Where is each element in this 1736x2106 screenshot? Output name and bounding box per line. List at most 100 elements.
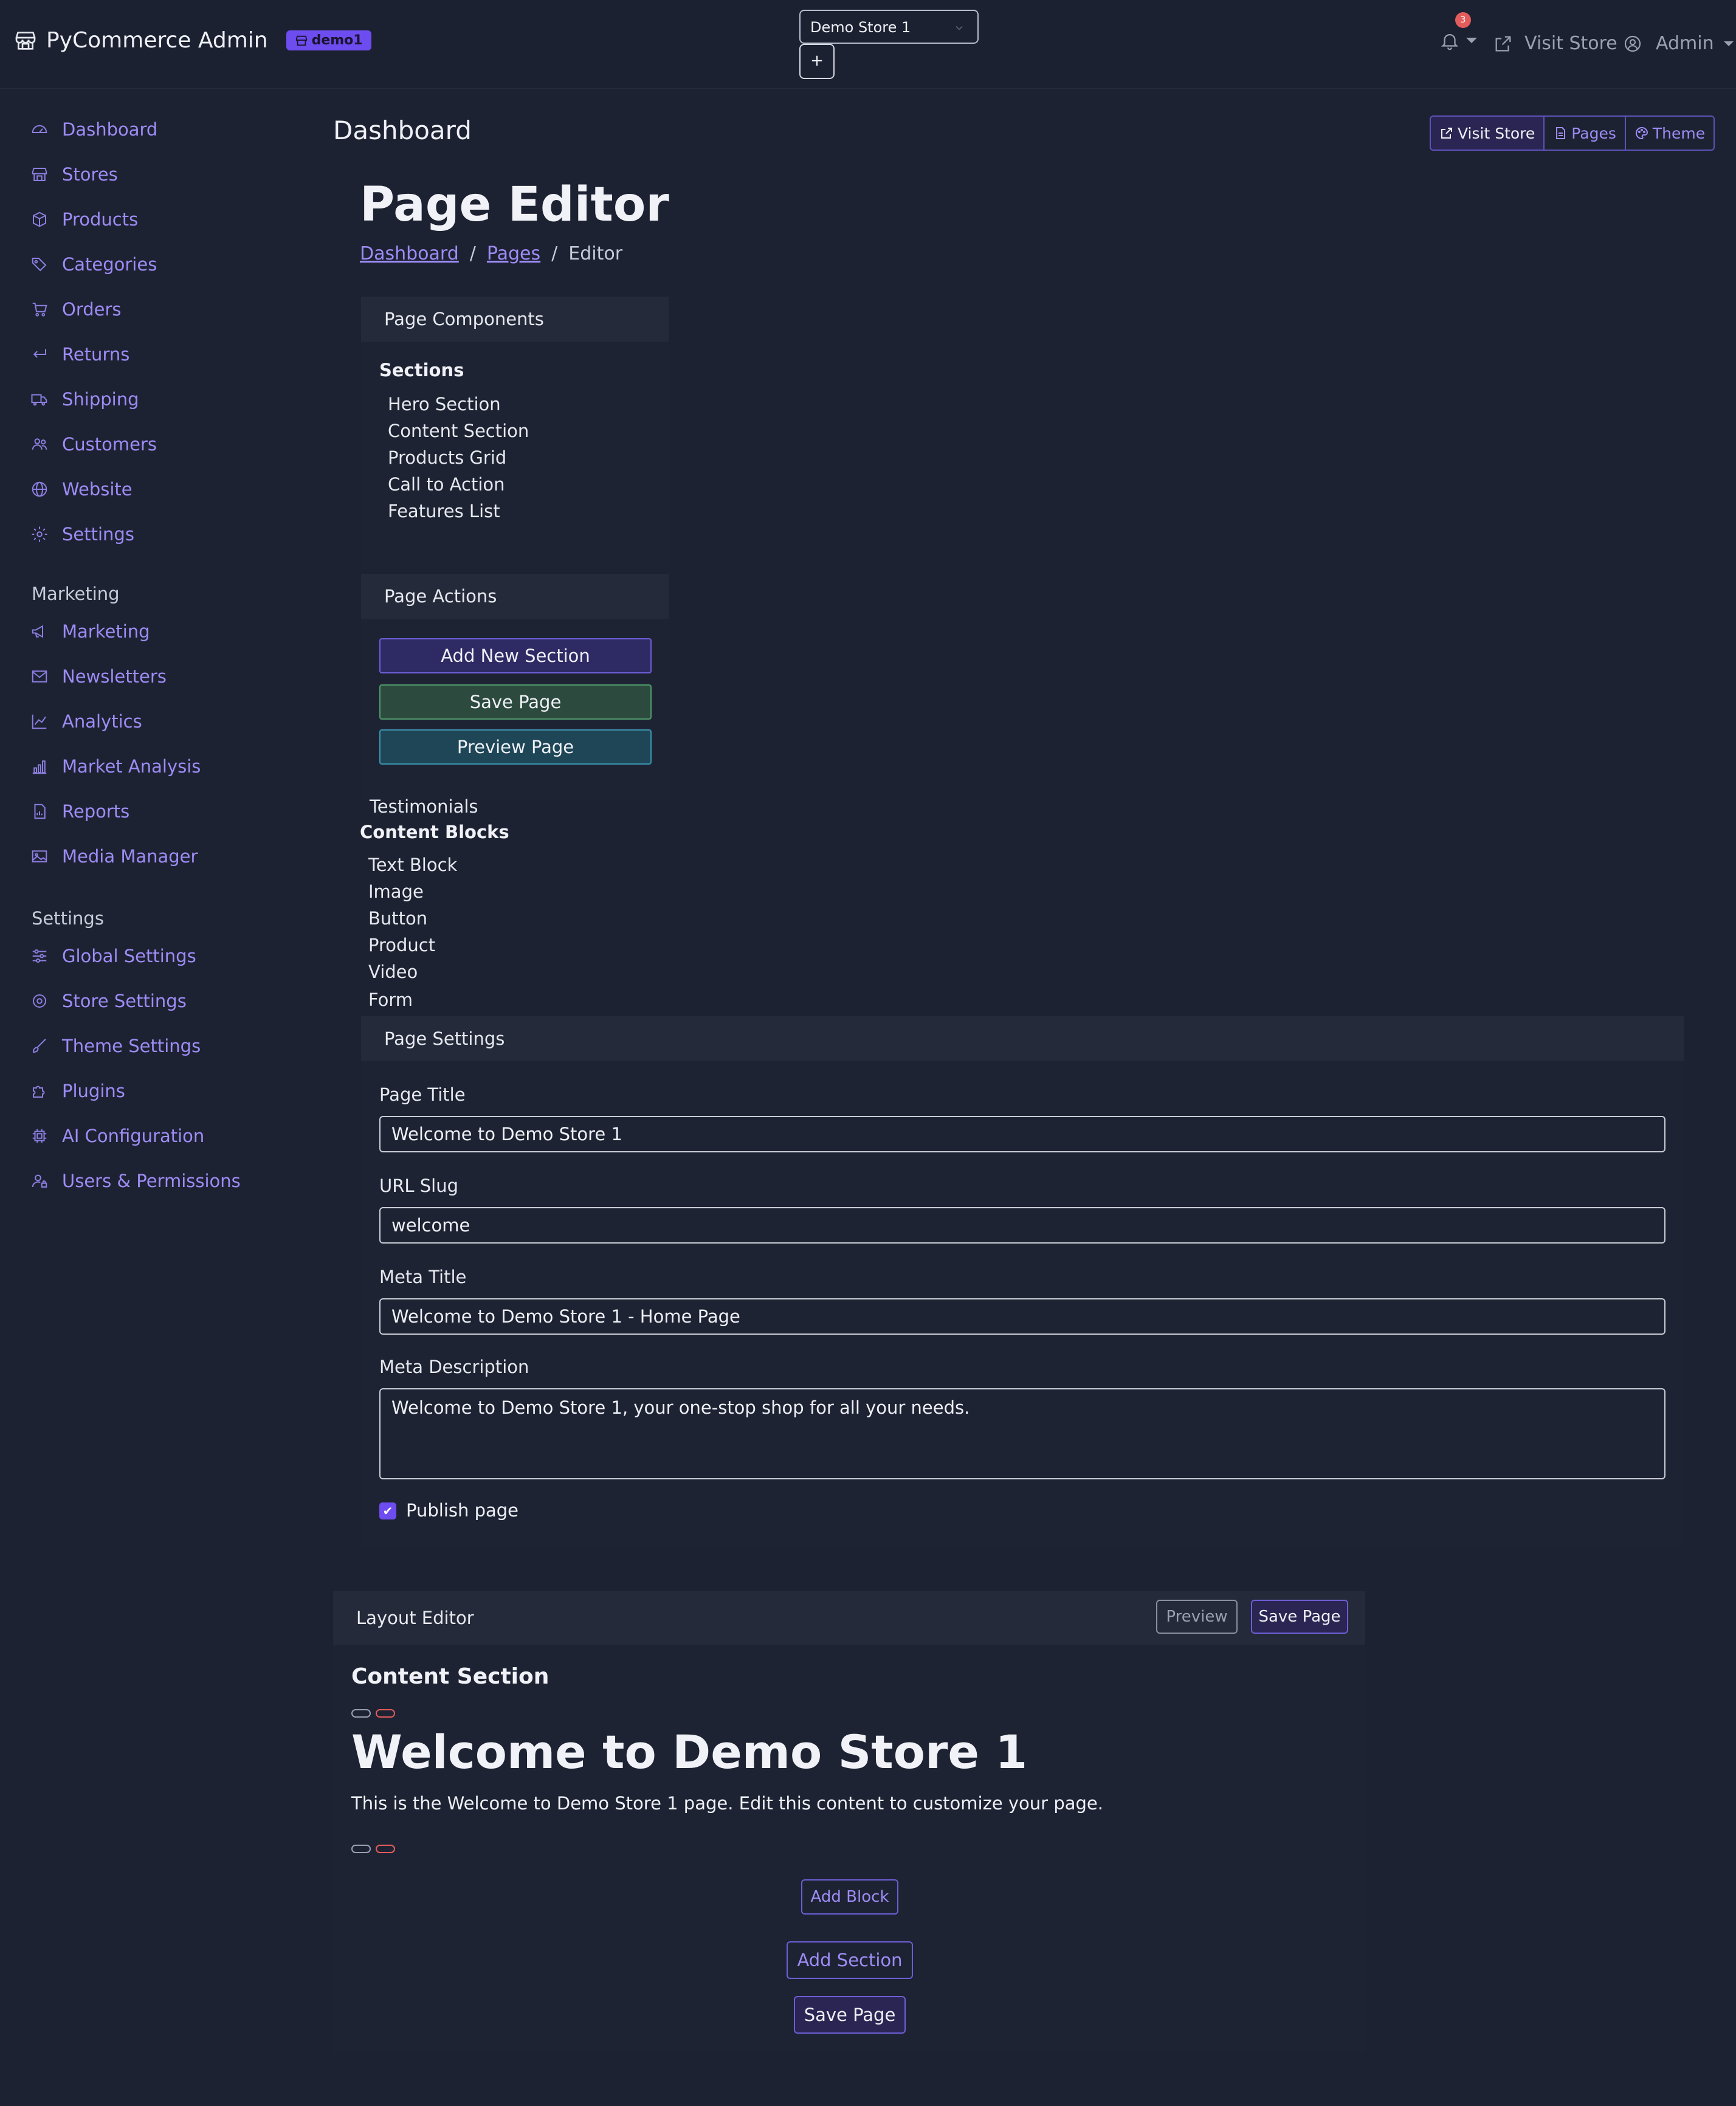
content-heading[interactable]: Welcome to Demo Store 1 <box>351 1725 1027 1779</box>
sidebar-item-label: Products <box>62 209 139 230</box>
chevron-down-icon <box>956 26 963 30</box>
visit-store-button-label: Visit Store <box>1458 124 1535 142</box>
sidebar-item-stores[interactable]: Stores <box>30 164 118 185</box>
breadcrumb-dashboard-link[interactable]: Dashboard <box>360 243 459 264</box>
sidebar-item-ai-configuration[interactable]: AI Configuration <box>30 1126 204 1146</box>
sidebar-item-plugins[interactable]: Plugins <box>30 1081 125 1101</box>
sidebar-item-settings[interactable]: Settings <box>30 524 134 545</box>
sidebar-item-analytics[interactable]: Analytics <box>30 711 142 732</box>
publish-checkbox[interactable]: ✔ <box>379 1502 396 1519</box>
notifications-caret-icon[interactable] <box>1466 38 1477 43</box>
line-chart-icon <box>32 714 47 729</box>
publish-label: Publish page <box>406 1500 519 1521</box>
add-store-button[interactable]: + <box>799 44 835 79</box>
component-item[interactable]: Testimonials <box>370 796 478 817</box>
page-title-label: Page Title <box>379 1084 466 1105</box>
sidebar-item-label: Users & Permissions <box>62 1171 241 1191</box>
sidebar-item-global-settings[interactable]: Global Settings <box>30 946 196 966</box>
sidebar-item-label: Categories <box>62 254 157 275</box>
notification-count-badge: 3 <box>1455 12 1471 28</box>
sidebar-item-reports[interactable]: Reports <box>30 801 129 822</box>
people-icon <box>32 438 47 450</box>
sidebar-item-media-manager[interactable]: Media Manager <box>30 846 198 867</box>
sidebar-item-label: Global Settings <box>62 946 196 966</box>
sidebar-item-categories[interactable]: Categories <box>30 254 157 275</box>
theme-button-label: Theme <box>1652 124 1706 142</box>
store-select[interactable]: Demo Store 1 <box>799 10 979 44</box>
cart-icon <box>32 303 47 317</box>
url-slug-input[interactable]: welcome <box>379 1207 1665 1244</box>
sidebar-item-website[interactable]: Website <box>30 479 133 500</box>
brand[interactable]: PyCommerce Admin demo1 <box>13 28 371 53</box>
sidebar-item-marketing[interactable]: Marketing <box>30 621 150 642</box>
meta-title-input[interactable]: Welcome to Demo Store 1 - Home Page <box>379 1298 1665 1335</box>
save-page-button[interactable]: Save Page <box>379 684 652 720</box>
component-item[interactable]: Button <box>368 908 427 929</box>
component-item[interactable]: Form <box>368 989 413 1010</box>
component-item[interactable]: Text Block <box>368 855 457 875</box>
component-item[interactable]: Products Grid <box>388 447 506 468</box>
breadcrumb-current: Editor <box>568 243 623 264</box>
sidebar-item-theme-settings[interactable]: Theme Settings <box>30 1036 201 1056</box>
speedometer-icon <box>32 125 47 133</box>
layout-save-page-button[interactable]: Save Page <box>1251 1600 1348 1634</box>
brush-icon <box>32 1039 46 1053</box>
add-new-section-button[interactable]: Add New Section <box>379 638 652 673</box>
external-link-icon <box>1441 128 1452 139</box>
sidebar-item-label: AI Configuration <box>62 1126 205 1146</box>
component-item[interactable]: Call to Action <box>388 474 505 495</box>
delete-section-button[interactable] <box>376 1709 395 1718</box>
images-icon <box>32 850 47 862</box>
gear-icon <box>32 526 47 542</box>
sidebar-item-label: Settings <box>62 524 134 545</box>
edit-section-button[interactable] <box>351 1709 371 1718</box>
cpu-icon <box>32 1129 47 1143</box>
pages-button[interactable]: Pages <box>1543 115 1626 151</box>
sidebar-item-orders[interactable]: Orders <box>30 299 122 320</box>
file-icon <box>1556 127 1566 139</box>
add-block-button[interactable]: Add Block <box>801 1879 898 1915</box>
component-item[interactable]: Content Section <box>388 421 529 441</box>
palette-icon <box>1635 126 1648 140</box>
box-icon <box>33 212 46 227</box>
component-item[interactable]: Video <box>368 962 418 982</box>
bell-icon[interactable] <box>1439 30 1460 51</box>
breadcrumb-separator: / <box>469 243 476 264</box>
component-item[interactable]: Hero Section <box>388 394 501 415</box>
meta-description-textarea[interactable]: Welcome to Demo Store 1, your one-stop s… <box>379 1388 1665 1479</box>
component-item[interactable]: Features List <box>388 501 500 521</box>
page-actions-header: Page Actions <box>361 574 669 619</box>
bar-chart-icon <box>32 760 47 774</box>
visit-store-link[interactable]: Visit Store <box>1493 33 1617 54</box>
component-item[interactable]: Product <box>368 935 435 955</box>
report-file-icon <box>34 804 46 819</box>
edit-block-button[interactable] <box>351 1845 371 1853</box>
sidebar-item-customers[interactable]: Customers <box>30 434 157 455</box>
add-section-button[interactable]: Add Section <box>787 1941 913 1979</box>
bottom-save-page-button[interactable]: Save Page <box>794 1996 906 2034</box>
sidebar-item-products[interactable]: Products <box>30 209 138 230</box>
sidebar-item-dashboard[interactable]: Dashboard <box>30 119 157 140</box>
component-item[interactable]: Image <box>368 881 424 902</box>
page-title: Page Editor <box>360 177 669 232</box>
sidebar-item-market-analysis[interactable]: Market Analysis <box>30 756 201 777</box>
sidebar-item-returns[interactable]: Returns <box>30 344 129 365</box>
sidebar-item-newsletters[interactable]: Newsletters <box>30 666 167 687</box>
preview-page-button[interactable]: Preview Page <box>379 729 652 765</box>
sidebar-item-store-settings[interactable]: Store Settings <box>30 991 187 1011</box>
sidebar-item-shipping[interactable]: Shipping <box>30 389 139 410</box>
store-badge: demo1 <box>286 30 371 50</box>
page-title-input[interactable]: Welcome to Demo Store 1 <box>379 1116 1665 1152</box>
sidebar-item-label: Plugins <box>62 1081 125 1101</box>
layout-preview-button[interactable]: Preview <box>1156 1600 1238 1634</box>
visit-store-button[interactable]: Visit Store <box>1430 115 1545 151</box>
delete-block-button[interactable] <box>376 1845 395 1853</box>
sidebar-item-label: Returns <box>62 344 130 365</box>
user-lock-icon <box>32 1174 47 1188</box>
content-body-text[interactable]: This is the Welcome to Demo Store 1 page… <box>351 1793 1103 1814</box>
breadcrumb-pages-link[interactable]: Pages <box>487 243 540 264</box>
sidebar-item-users-permissions[interactable]: Users & Permissions <box>30 1171 241 1191</box>
admin-menu[interactable]: Admin <box>1623 33 1734 54</box>
return-arrow-icon <box>33 349 46 358</box>
theme-button[interactable]: Theme <box>1624 115 1715 151</box>
